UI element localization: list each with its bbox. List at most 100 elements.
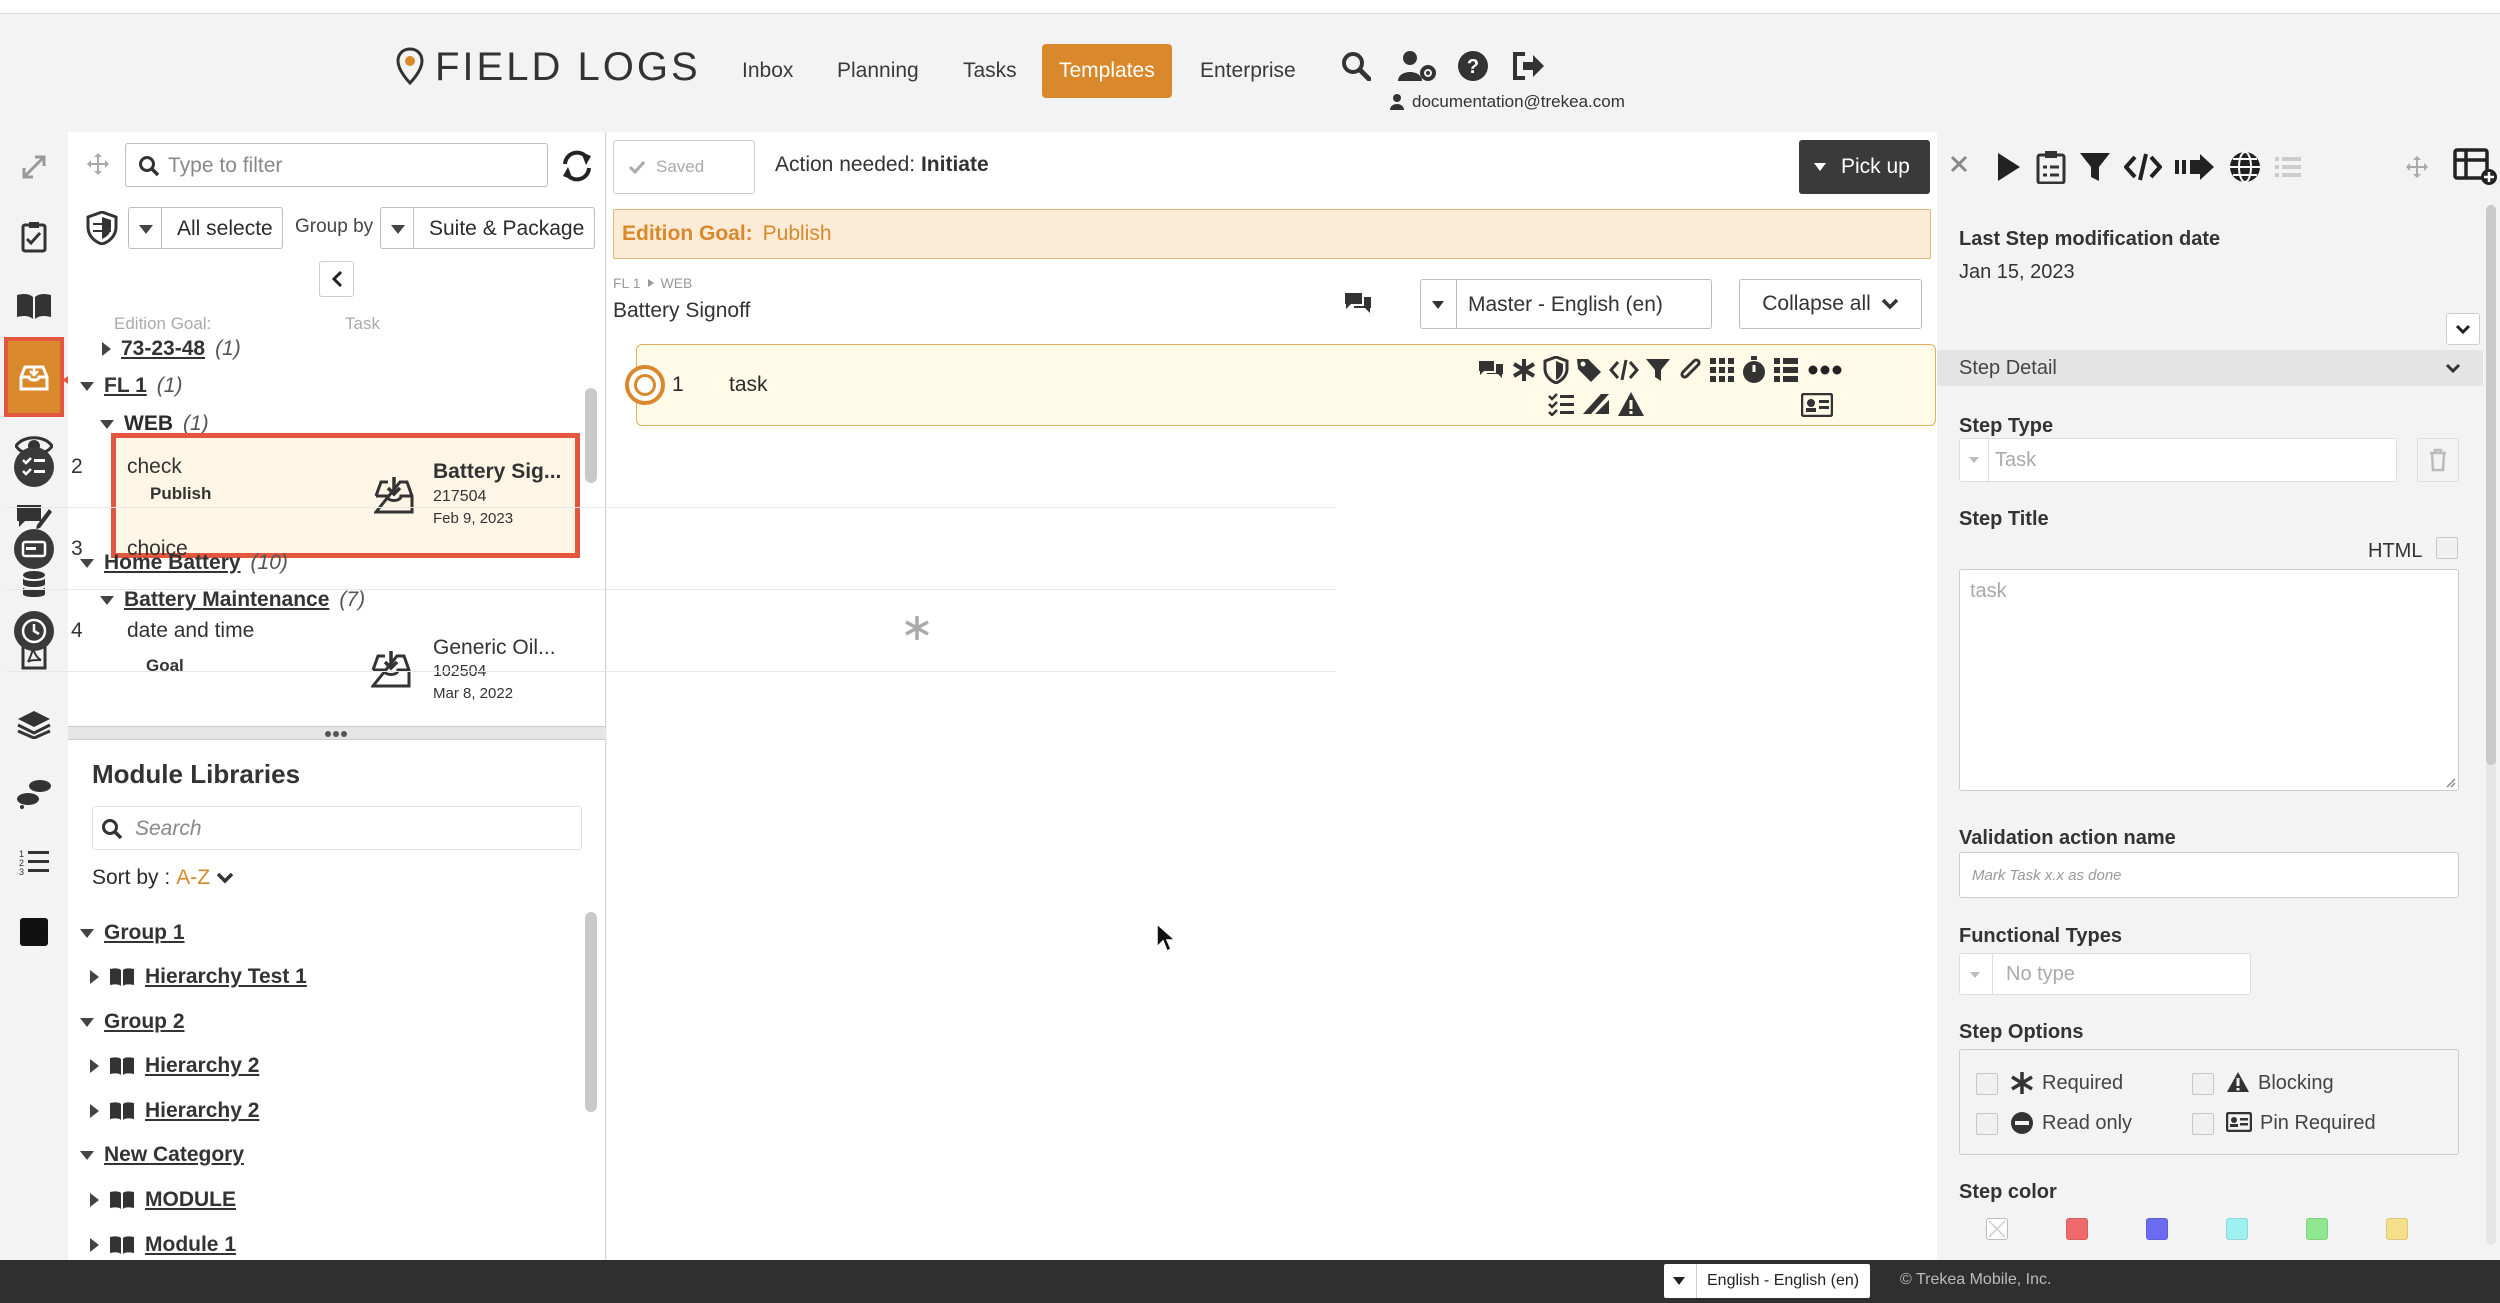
functional-types-dropdown[interactable]: No type (1959, 953, 2251, 995)
language-dropdown[interactable]: Master - English (en) (1420, 279, 1712, 329)
tree-node-73-23-48[interactable]: 73-23-48 (1) (102, 337, 241, 361)
step-forward-icon[interactable] (2174, 152, 2216, 182)
collapse-all-button[interactable]: Collapse all (1739, 279, 1922, 329)
drag-move-icon[interactable] (2405, 155, 2429, 179)
color-swatch-red[interactable] (2066, 1218, 2088, 1240)
filter-input[interactable]: Type to filter (125, 143, 548, 187)
step-row[interactable]: 3 choice (6, 508, 1336, 590)
signature-icon[interactable] (1581, 392, 1611, 416)
step-row[interactable]: 4 date and time (6, 590, 1336, 672)
module-new-category[interactable]: New Category (80, 1143, 244, 1167)
read-only-checkbox[interactable] (1976, 1113, 1998, 1135)
blocking-checkbox[interactable] (2192, 1073, 2214, 1095)
list-icon[interactable] (2274, 154, 2302, 180)
footer-language-dropdown[interactable]: English - English (en) (1664, 1264, 1870, 1298)
table-list-icon[interactable] (1773, 357, 1799, 383)
choice-circle-icon (14, 528, 54, 569)
id-card-icon[interactable] (1801, 393, 1833, 417)
color-swatch-blue[interactable] (2146, 1218, 2168, 1240)
sort-control[interactable]: Sort by : A-Z (92, 866, 234, 890)
delete-step-button[interactable] (2417, 438, 2459, 482)
breadcrumb-item: FL 1 (613, 275, 641, 291)
color-swatch-yellow[interactable] (2386, 1218, 2408, 1240)
close-icon[interactable] (1950, 155, 1968, 173)
module-module[interactable]: MODULE (90, 1188, 236, 1212)
saved-label: Saved (656, 157, 705, 176)
nav-inbox[interactable]: Inbox (725, 44, 810, 98)
comments-icon[interactable] (1343, 290, 1373, 316)
nav-planning[interactable]: Planning (820, 44, 936, 98)
color-swatch-none[interactable] (1986, 1218, 2008, 1240)
tree-node-fl1[interactable]: FL 1 (1) (80, 374, 182, 398)
module-scrollbar[interactable] (585, 912, 597, 1112)
selection-dropdown[interactable]: All selecte (128, 207, 283, 249)
right-panel-scrollbar[interactable] (2486, 205, 2496, 1245)
expand-toggle[interactable] (2446, 313, 2480, 345)
module-module-1[interactable]: Module 1 (90, 1233, 236, 1257)
app-logo[interactable]: FIELD LOGS (395, 44, 701, 90)
module-search-input[interactable]: Search (92, 806, 582, 850)
warning-icon[interactable] (1617, 391, 1645, 417)
footsteps-icon[interactable] (12, 771, 56, 815)
user-email: documentation@trekea.com (1412, 92, 1625, 111)
asterisk-icon[interactable] (1511, 357, 1537, 383)
color-swatch-green[interactable] (2306, 1218, 2328, 1240)
more-icon[interactable] (1805, 358, 1845, 382)
globe-icon[interactable] (2228, 150, 2262, 184)
add-panel-icon[interactable] (2453, 148, 2497, 186)
square-icon[interactable] (12, 910, 56, 954)
comments-icon[interactable] (1477, 358, 1505, 382)
paperclip-icon[interactable] (1677, 356, 1703, 384)
nav-templates[interactable]: Templates (1042, 44, 1172, 98)
filter-icon[interactable] (1645, 357, 1671, 383)
pick-up-button[interactable]: Pick up (1799, 140, 1930, 194)
validation-input[interactable]: Mark Task x.x as done (1959, 852, 2459, 898)
panel-splitter[interactable] (68, 726, 606, 740)
module-hierarchy-test-1[interactable]: Hierarchy Test 1 (90, 965, 307, 989)
refresh-icon[interactable] (559, 148, 595, 184)
nav-tasks[interactable]: Tasks (946, 44, 1034, 98)
caret-down-icon (1673, 1277, 1685, 1285)
resize-handle-icon[interactable] (2444, 776, 2456, 788)
nav-enterprise[interactable]: Enterprise (1183, 44, 1313, 98)
drag-move-icon[interactable] (86, 152, 110, 176)
expand-icon[interactable] (12, 145, 56, 189)
code-icon[interactable] (1609, 358, 1639, 382)
module-group-1[interactable]: Group 1 (80, 921, 185, 945)
saved-button[interactable]: Saved (613, 140, 755, 194)
inbox-tray-icon[interactable] (4, 337, 64, 417)
step-row[interactable]: 2 check (6, 426, 1336, 508)
grid-icon[interactable] (1709, 357, 1735, 383)
search-icon[interactable] (1336, 46, 1376, 86)
stopwatch-icon[interactable] (1741, 355, 1767, 385)
book-icon[interactable] (12, 284, 56, 328)
group-by-dropdown[interactable]: Suite & Package (380, 207, 595, 249)
play-icon[interactable] (1990, 150, 2024, 184)
required-checkbox[interactable] (1976, 1073, 1998, 1095)
checklist-icon[interactable] (12, 215, 56, 259)
step-detail-header[interactable]: Step Detail (1937, 350, 2483, 386)
module-group-2[interactable]: Group 2 (80, 1010, 185, 1034)
tags-icon[interactable] (1575, 356, 1603, 384)
color-swatch-cyan[interactable] (2226, 1218, 2248, 1240)
tree-node-count: (1) (215, 337, 241, 360)
help-icon[interactable]: ? (1453, 46, 1493, 86)
ordered-list-icon[interactable]: 123 (12, 840, 56, 884)
filter-icon[interactable] (2078, 150, 2112, 184)
shield-icon[interactable] (1543, 356, 1569, 384)
step-title-textarea[interactable]: task (1959, 569, 2459, 791)
checklist-icon[interactable] (2036, 150, 2066, 184)
module-hierarchy-2[interactable]: Hierarchy 2 (90, 1054, 259, 1078)
module-hierarchy-2b[interactable]: Hierarchy 2 (90, 1099, 259, 1123)
code-icon[interactable] (2124, 152, 2162, 182)
layers-icon[interactable] (12, 702, 56, 746)
user-settings-icon[interactable] (1397, 46, 1437, 86)
collapse-panel-button[interactable] (319, 261, 354, 297)
step-row-selected[interactable]: 1 task (625, 344, 1936, 426)
step-type-dropdown[interactable]: Task (1959, 438, 2397, 482)
html-checkbox[interactable] (2436, 537, 2458, 559)
shield-filter-icon[interactable] (86, 211, 118, 245)
checklist-icon[interactable] (1547, 392, 1575, 416)
logout-icon[interactable] (1508, 46, 1548, 86)
pin-required-checkbox[interactable] (2192, 1113, 2214, 1135)
